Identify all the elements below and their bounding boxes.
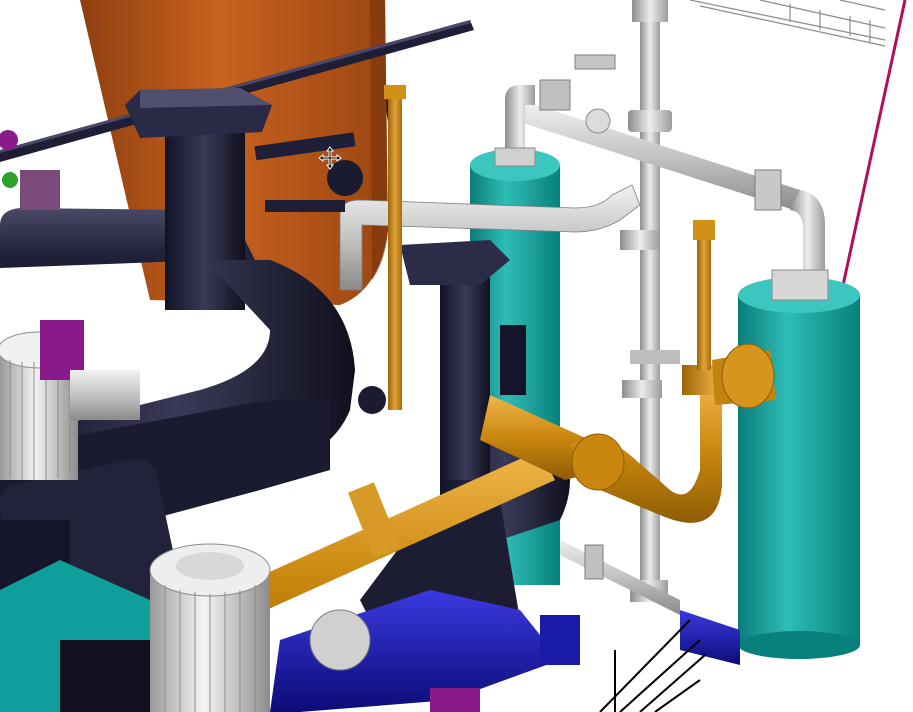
move-cursor-icon (318, 146, 342, 170)
cable-tray[interactable] (689, 0, 886, 47)
3d-model-viewport[interactable] (0, 0, 913, 712)
teal-vessel-right[interactable] (738, 269, 860, 659)
piping-scene[interactable] (0, 0, 913, 712)
pump-motor-bottom[interactable] (149, 543, 271, 712)
dark-support-frame (60, 640, 150, 712)
